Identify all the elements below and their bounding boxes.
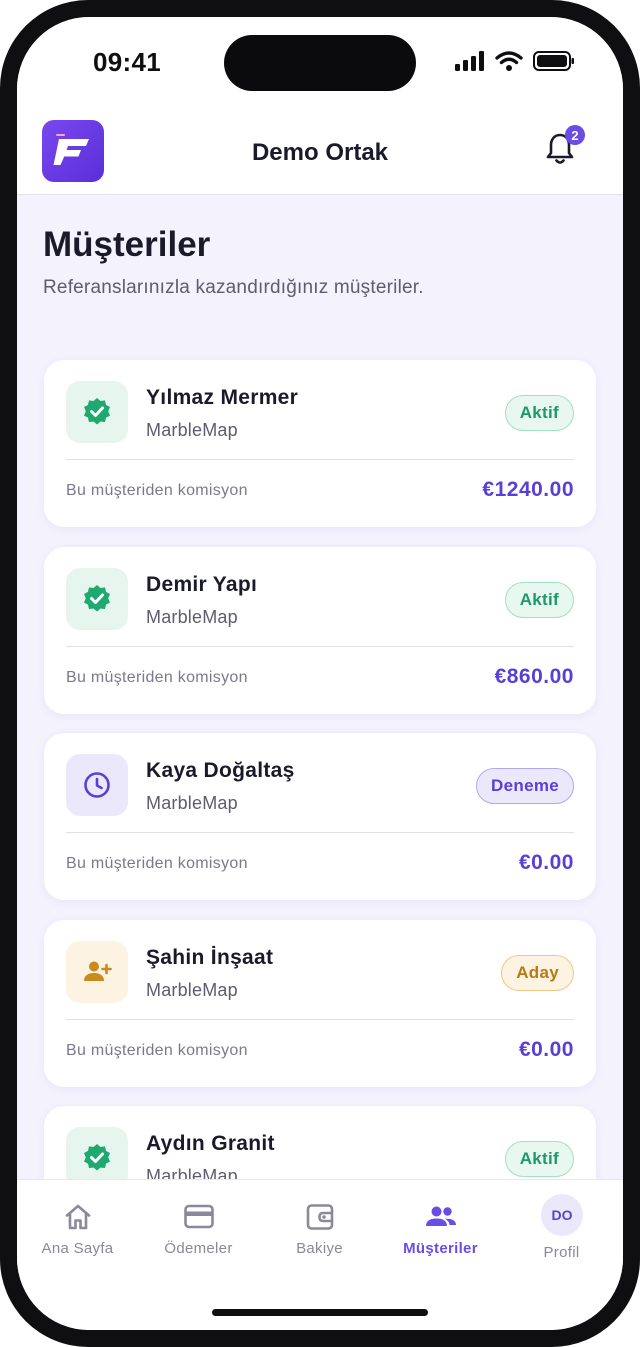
client-card[interactable]: Şahin İnşaat MarbleMap Aday Bu müşteride… — [44, 919, 596, 1087]
client-icon — [66, 567, 128, 630]
nav-label: Profil — [543, 1244, 580, 1261]
card-divider — [66, 645, 574, 647]
verified-badge-icon — [84, 398, 110, 425]
wifi-icon — [495, 51, 523, 71]
avatar: DO — [541, 1194, 583, 1236]
client-name: Demir Yapı — [146, 572, 258, 596]
card-divider — [66, 459, 574, 460]
battery-icon — [533, 51, 574, 71]
card-divider — [66, 1018, 574, 1020]
commission-amount: €860.00 — [494, 664, 574, 688]
status-badge: Aday — [501, 954, 574, 991]
nav-item-payments[interactable]: Ödemeler — [138, 1180, 259, 1280]
client-card[interactable]: Kaya Doğaltaş MarbleMap Deneme Bu müşter… — [44, 733, 596, 900]
status-badge: Deneme — [476, 768, 574, 804]
commission-label: Bu müşteriden komisyon — [66, 855, 248, 872]
nav-label: Ana Sayfa — [41, 1240, 114, 1257]
client-card[interactable]: Yılmaz Mermer MarbleMap Aktif Bu müşteri… — [44, 360, 596, 527]
client-product: MarbleMap — [146, 420, 238, 440]
status-badge: Aktif — [504, 395, 574, 431]
nav-label: Müşteriler — [403, 1240, 478, 1257]
nav-label: Bakiye — [296, 1240, 343, 1257]
client-name: Kaya Doğaltaş — [146, 759, 295, 782]
page-title: Müşteriler — [43, 225, 211, 264]
header-title: Demo Ortak — [251, 139, 389, 166]
client-name: Şahin İnşaat — [146, 945, 274, 969]
nav-label: Ödemeler — [164, 1240, 233, 1257]
dynamic-island — [224, 35, 416, 91]
client-card[interactable]: Demir Yapı MarbleMap Aktif Bu müşteriden… — [44, 546, 596, 714]
nav-item-profile[interactable]: DO Profil — [501, 1180, 622, 1280]
person-add-icon — [84, 961, 112, 981]
verified-badge-icon — [84, 1144, 110, 1171]
status-badge: Aktif — [504, 1141, 574, 1177]
client-icon — [66, 940, 128, 1003]
wallet-icon — [306, 1204, 333, 1230]
notification-badge: 2 — [565, 125, 585, 145]
bottom-nav: Ana Sayfa Ödemeler Bakiye Müşteriler DO … — [17, 1179, 623, 1330]
client-name: Yılmaz Mermer — [146, 386, 299, 409]
status-time: 09:41 — [93, 47, 161, 77]
clock-icon — [84, 772, 110, 798]
client-name: Aydın Granit — [146, 1132, 275, 1155]
commission-amount: €0.00 — [518, 851, 574, 874]
nav-item-home[interactable]: Ana Sayfa — [17, 1180, 138, 1280]
client-list: Yılmaz Mermer MarbleMap Aktif Bu müşteri… — [44, 360, 596, 1293]
users-icon — [425, 1206, 456, 1226]
status-badge: Aktif — [504, 581, 574, 618]
home-indicator — [212, 1309, 428, 1316]
verified-badge-icon — [84, 584, 110, 611]
client-icon — [66, 754, 128, 816]
commission-amount: €1240.00 — [482, 478, 574, 501]
nav-item-customers[interactable]: Müşteriler — [380, 1180, 501, 1280]
phone-frame: 09:41 Demo Ortak 2 Müşteriler Referansla… — [0, 0, 640, 1347]
signal-icon — [455, 51, 484, 71]
client-product: MarbleMap — [146, 979, 238, 1000]
card-divider — [66, 832, 574, 833]
status-icons — [455, 51, 575, 71]
app-screen: 09:41 Demo Ortak 2 Müşteriler Referansla… — [17, 17, 623, 1330]
nav-item-balance[interactable]: Bakiye — [259, 1180, 380, 1280]
home-icon — [65, 1204, 90, 1230]
client-product: MarbleMap — [146, 606, 238, 627]
credit-card-icon — [183, 1204, 214, 1229]
commission-label: Bu müşteriden komisyon — [66, 482, 248, 499]
commission-label: Bu müşteriden komisyon — [66, 1041, 248, 1059]
client-product: MarbleMap — [146, 793, 238, 813]
commission-amount: €0.00 — [518, 1037, 574, 1061]
page-subtitle: Referanslarınızla kazandırdığınız müşter… — [43, 277, 424, 298]
client-icon — [66, 381, 128, 443]
app-header: Demo Ortak 2 — [17, 113, 623, 195]
status-bar: 09:41 — [17, 17, 623, 113]
commission-label: Bu müşteriden komisyon — [66, 668, 248, 686]
